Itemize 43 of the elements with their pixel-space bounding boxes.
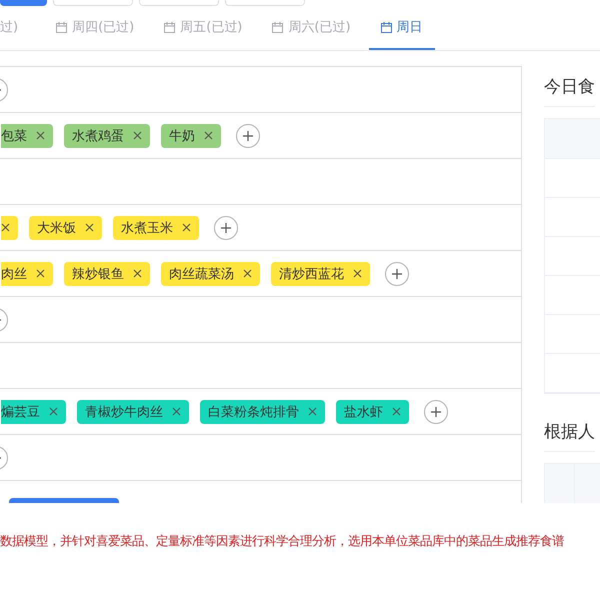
dish-tag: 牛奶: [161, 124, 221, 148]
close-icon[interactable]: [133, 131, 142, 140]
dish-tag: 水煮玉米: [113, 216, 199, 240]
close-icon[interactable]: [1, 223, 10, 232]
add-icon[interactable]: [424, 400, 448, 424]
close-icon[interactable]: [243, 269, 252, 278]
add-icon[interactable]: [214, 216, 238, 240]
add-icon[interactable]: [385, 262, 409, 286]
close-icon[interactable]: [172, 407, 181, 416]
dish-tag: 盐水虾: [336, 400, 409, 424]
close-icon[interactable]: [182, 223, 191, 232]
dish-tag: 清炒西蓝花: [271, 262, 370, 286]
close-icon[interactable]: [204, 131, 213, 140]
add-icon[interactable]: [236, 124, 260, 148]
calendar-icon: [56, 22, 68, 32]
dish-tag: 肉丝蔬菜汤: [161, 262, 260, 286]
section-title: 今日食: [544, 66, 595, 107]
day-tab[interactable]: 周四(已过): [44, 6, 146, 50]
dish-tag: 包菜: [1, 124, 53, 148]
dish-tag: 煸芸豆: [1, 400, 66, 424]
close-icon[interactable]: [85, 223, 94, 232]
dish-tag: 辣炒银鱼: [64, 262, 150, 286]
notice-text: 数据模型，并针对喜爱菜品、定量标准等因素进行科学合理分析，选用本单位菜品库中的菜品生成推荐食谱: [0, 533, 564, 550]
close-icon[interactable]: [392, 407, 401, 416]
close-icon[interactable]: [49, 407, 58, 416]
close-icon[interactable]: [353, 269, 362, 278]
day-tab[interactable]: 周日: [368, 6, 435, 50]
close-icon[interactable]: [36, 131, 45, 140]
calendar-icon: [380, 22, 392, 32]
section-title: 根据人: [544, 411, 595, 452]
dish-tag: 水煮鸡蛋: [64, 124, 150, 148]
dish-tag: 青椒炒牛肉丝: [77, 400, 189, 424]
day-tab[interactable]: 周六(已过): [260, 6, 363, 50]
day-tab[interactable]: 过): [0, 6, 30, 50]
calendar-icon: [272, 22, 284, 32]
day-tab[interactable]: 周五(已过): [152, 6, 254, 50]
dish-tag: 大米饭: [29, 216, 102, 240]
close-icon[interactable]: [133, 269, 142, 278]
calendar-icon: [164, 22, 176, 32]
dish-tag: 肉丝: [1, 262, 53, 286]
dish-tag: 白菜粉条炖排骨: [200, 400, 325, 424]
close-icon[interactable]: [308, 407, 317, 416]
close-icon[interactable]: [36, 269, 45, 278]
